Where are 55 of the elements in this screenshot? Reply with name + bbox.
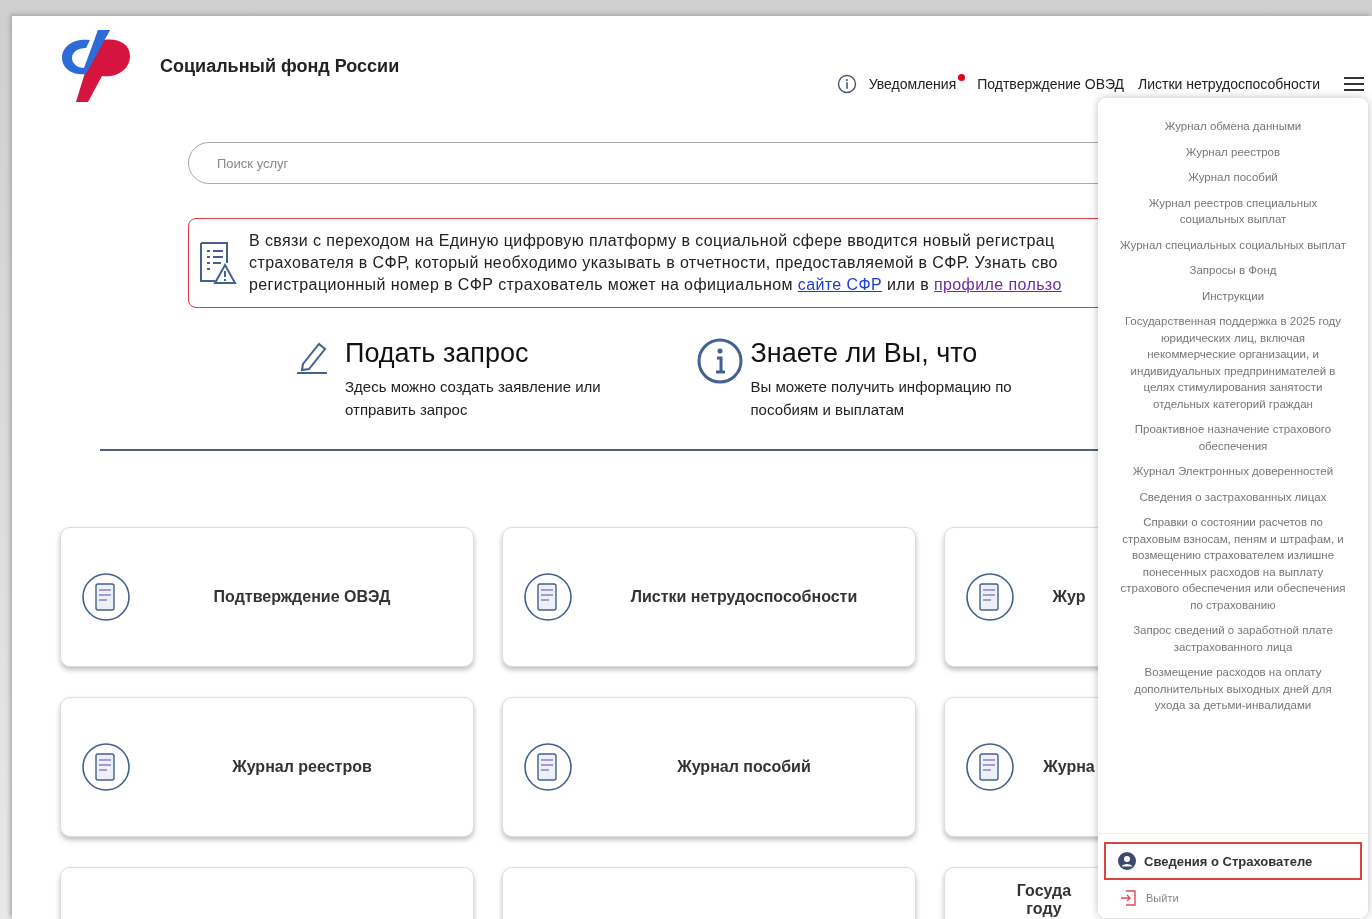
card-title: Журна <box>1042 758 1096 776</box>
card-title: Жур <box>1051 588 1087 606</box>
nav-link[interactable]: Подтверждение ОВЭД <box>977 76 1125 92</box>
menu-item[interactable]: Возмещение расходов на оплату дополнительных выходных дней для ухода за детьми-инвалидами <box>1120 664 1346 714</box>
section-title[interactable]: Подать запрос <box>345 338 665 369</box>
document-icon <box>523 742 573 792</box>
info-icon <box>696 338 743 384</box>
card-title: Подтверждение ОВЭД <box>212 588 392 606</box>
menu-item[interactable]: Государственная поддержка в 2025 году юридических лиц, включая некоммерческие организации, и индивидуальных предпринимателей в целях стимулирования занятости отдельных категорий граждан <box>1120 313 1346 412</box>
menu-item[interactable]: Запросы в Фонд <box>1120 262 1346 279</box>
service-card[interactable]: Жур <box>944 527 1098 667</box>
nav-link[interactable]: Уведомления <box>868 76 957 92</box>
menu-item[interactable]: Журнал пособий <box>1120 169 1346 186</box>
card-title: Листки нетрудоспособности <box>629 588 859 606</box>
menu-item[interactable]: Журнал Электронных доверенностей <box>1120 463 1346 480</box>
nav-link[interactable]: Листки нетрудоспособности <box>1138 76 1320 92</box>
logout-menu-item[interactable]: Выйти <box>1104 890 1362 906</box>
notice-link[interactable]: профиле пользо <box>933 276 1062 293</box>
search-field[interactable]: Поиск услуг <box>188 142 1098 184</box>
menu-item[interactable]: Сведения о застрахованных лицах <box>1120 488 1346 505</box>
menu-icon[interactable] <box>1344 77 1364 91</box>
card-title: Журнал пособий <box>676 758 812 776</box>
document-warning-icon <box>197 241 237 285</box>
user-icon <box>1118 852 1136 870</box>
menu-item[interactable]: Журнал обмена данными <box>1120 118 1346 135</box>
menu-item[interactable]: Журнал реестров специальных социальных выплат <box>1120 194 1346 228</box>
info-icon[interactable] <box>836 74 857 94</box>
section-title[interactable]: Знаете ли Вы, что <box>750 338 1071 369</box>
profile-menu-item[interactable]: Сведения о Страхователе <box>1104 842 1362 880</box>
site-title: Социальный фонд России <box>160 56 400 77</box>
card-title: Госуда году <box>1015 882 1073 918</box>
document-icon <box>965 742 1015 792</box>
service-card[interactable]: Подтверждение ОВЭД <box>60 527 474 667</box>
document-icon <box>965 572 1015 622</box>
service-card[interactable]: Журна <box>944 697 1098 837</box>
service-card[interactable]: Госуда году <box>944 867 1098 919</box>
menu-item[interactable]: Журнал реестров <box>1120 143 1346 160</box>
service-card[interactable]: Листки нетрудоспособности <box>502 527 916 667</box>
service-card[interactable]: Журнал реестров <box>60 697 474 837</box>
pencil-icon <box>295 340 329 374</box>
document-icon <box>81 742 131 792</box>
menu-item[interactable]: Запрос сведений о заработной плате застрахованного лица <box>1120 622 1346 655</box>
logout-icon <box>1120 890 1136 906</box>
card-title: Журнал реестров <box>231 758 373 776</box>
menu-item[interactable]: Журнал специальных социальных выплат <box>1120 236 1346 253</box>
section-description: Вы можете получить информацию по пособиям и выплатам <box>750 377 1013 420</box>
notice-link[interactable]: сайте СФР <box>797 276 883 293</box>
menu-item[interactable]: Проактивное назначение страхового обеспечения <box>1120 421 1346 454</box>
notice-text: В связи с переходом на Единую цифровую платформу в социальной сфере вводится новый регистрац страхователя в СФР, который необходимо указывать в отчетности, предоставляемой в СФР. Узнать сво регистрационный номер в СФР страхователь может на официальном сайте СФР или в профиле пользо <box>249 231 1062 295</box>
section-description: Здесь можно создать заявление или отправить запрос <box>345 377 602 420</box>
menu-item[interactable]: Инструкции <box>1120 287 1346 304</box>
document-icon <box>523 572 573 622</box>
service-card[interactable]: Журнал пособий <box>502 697 916 837</box>
menu-item[interactable]: Справки о состоянии расчетов по страховым взносам, пеням и штрафам, и возмещению страхователем излишне понесенных расходов на выплату страхового обеспечения или обеспечения по страхованию <box>1120 514 1346 613</box>
document-icon <box>81 572 131 622</box>
